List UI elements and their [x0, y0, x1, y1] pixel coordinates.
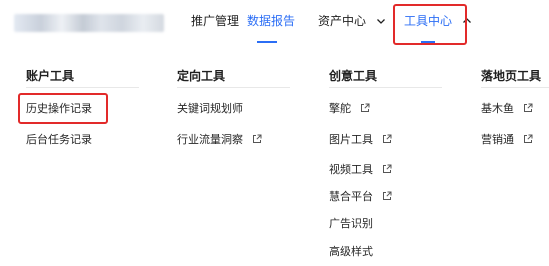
menu-item-image-tools-label: 图片工具 — [329, 133, 373, 146]
column-title-targeting-tools: 定向工具 — [177, 69, 226, 83]
external-link-icon — [360, 103, 369, 112]
menu-item-huihe-platform[interactable]: 慧合平台 — [329, 189, 392, 205]
external-link-icon — [523, 103, 532, 112]
external-link-icon — [252, 134, 261, 143]
menu-item-jimuyu[interactable]: 基木鱼 — [481, 101, 533, 117]
external-link-icon — [382, 191, 391, 200]
menu-item-history-operation-log[interactable]: 历史操作记录 — [26, 101, 92, 117]
menu-item-ad-recognition[interactable]: 广告识别 — [329, 216, 373, 232]
column-title-account-tools: 账户工具 — [26, 69, 75, 83]
column-title-landing-page-tools: 落地页工具 — [481, 69, 542, 83]
menu-item-video-tools[interactable]: 视频工具 — [329, 162, 392, 178]
nav-item-tool-center[interactable]: 工具中心 — [404, 12, 472, 30]
menu-item-industry-traffic-insight[interactable]: 行业流量洞察 — [177, 132, 262, 148]
nav-item-tool-center-label: 工具中心 — [404, 14, 453, 28]
nav-item-asset-center[interactable]: 资产中心 — [318, 12, 386, 30]
menu-item-marketing-tong[interactable]: 营销通 — [481, 132, 533, 148]
nav-item-data-report[interactable]: 数据报告 — [247, 12, 295, 30]
chevron-down-icon — [376, 18, 385, 24]
menu-item-industry-traffic-insight-label: 行业流量洞察 — [177, 133, 243, 146]
menu-item-marketing-tong-label: 营销通 — [481, 133, 514, 146]
menu-item-qingduo-label: 擎舵 — [329, 102, 351, 115]
column-divider — [329, 87, 442, 88]
logo — [14, 14, 164, 32]
external-link-icon — [523, 134, 532, 143]
external-link-icon — [382, 134, 391, 143]
menu-item-jimuyu-label: 基木鱼 — [481, 102, 514, 115]
column-divider — [481, 87, 549, 88]
nav-item-asset-center-label: 资产中心 — [318, 14, 367, 28]
nav-item-promotion-management[interactable]: 推广管理 — [191, 12, 239, 30]
column-divider — [26, 87, 139, 88]
menu-item-advanced-styles[interactable]: 高级样式 — [329, 244, 373, 260]
menu-item-qingduo[interactable]: 擎舵 — [329, 101, 370, 117]
tool-center-underline — [421, 41, 435, 43]
external-link-icon — [382, 164, 391, 173]
menu-item-huihe-platform-label: 慧合平台 — [329, 190, 373, 203]
column-divider — [177, 87, 290, 88]
chevron-up-icon — [462, 17, 471, 23]
column-title-creative-tools: 创意工具 — [329, 69, 378, 83]
active-tab-underline — [257, 41, 277, 43]
menu-item-image-tools[interactable]: 图片工具 — [329, 132, 392, 148]
menu-item-keyword-planner[interactable]: 关键词规划师 — [177, 101, 243, 117]
menu-item-video-tools-label: 视频工具 — [329, 163, 373, 176]
top-navigation: 推广管理 数据报告 资产中心 工具中心 — [0, 0, 549, 50]
menu-item-background-task-log[interactable]: 后台任务记录 — [26, 132, 92, 148]
